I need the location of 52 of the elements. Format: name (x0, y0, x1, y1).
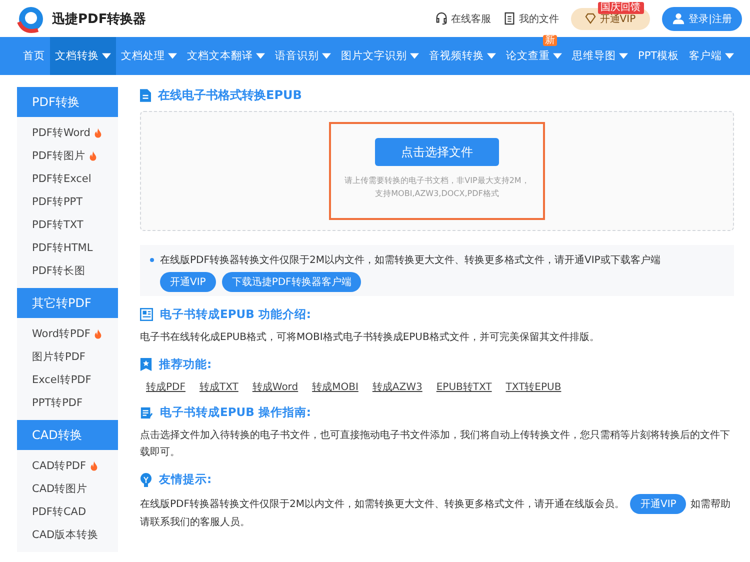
sidebar-section-header: 其它转PDF (17, 288, 118, 318)
section-title: 电子书转成EPUB 功能介绍: (160, 307, 311, 322)
new-badge: 新 (543, 35, 557, 46)
bookmark-star-icon (140, 358, 152, 371)
header-link[interactable]: 我的文件 (502, 12, 559, 26)
brand-name: 迅捷PDF转换器 (52, 10, 146, 28)
headset-icon (434, 12, 448, 25)
sidebar-item[interactable]: PDF转TXT (17, 213, 118, 236)
sidebar-item[interactable]: CAD版本转换 (17, 523, 118, 546)
bullet-dot (150, 258, 154, 262)
feature-link[interactable]: 转成PDF (146, 380, 186, 394)
header-link[interactable]: 在线客服 (434, 12, 491, 26)
sidebar-item[interactable]: PDF转CAD (17, 500, 118, 523)
feature-link[interactable]: 转成AZW3 (372, 380, 422, 394)
feature-link[interactable]: 转成TXT (199, 380, 238, 394)
section-title: 友情提示: (159, 472, 212, 487)
section-text: 点击选择文件加入待转换的电子书文件，也可直接拖动电子书文件添加，我们将自动上传转换文件，您只需稍等片刻将转换后的文件下载即可。 (140, 428, 731, 460)
sidebar-item[interactable]: 图片转PDF (17, 345, 118, 368)
document-icon (140, 89, 151, 102)
newspaper-icon (140, 308, 153, 321)
feature-link[interactable]: TXT转EPUB (506, 380, 562, 394)
page-title: 在线电子书格式转换EPUB (158, 87, 302, 104)
sidebar-item[interactable]: PPT转PDF (17, 391, 118, 414)
user-icon (672, 12, 685, 25)
sidebar-item[interactable]: Excel转PDF (17, 368, 118, 391)
diamond-icon (584, 13, 596, 24)
sidebar-item[interactable]: PDF转长图 (17, 259, 118, 282)
sidebar-item[interactable]: CAD转图片 (17, 477, 118, 500)
sidebar-item[interactable]: PDF转PPT (17, 190, 118, 213)
sidebar-item[interactable]: PDF转Word (17, 121, 118, 144)
sidebar-item[interactable]: CAD转PDF (17, 454, 118, 477)
feature-link[interactable]: 转成MOBI (312, 380, 358, 394)
sidebar-section-header: PDF转换 (17, 87, 118, 117)
tip-text: 在线版PDF转换器转换文件仅限于2M以内文件，如需转换更大文件、转换更多格式文件，请开通在线版会员。 开通VIP 如需帮助请联系我们的客服人员。 (140, 494, 734, 531)
sidebar-section-header: CAD转换 (17, 420, 118, 450)
sidebar-item[interactable]: PDF转图片 (17, 144, 118, 167)
sidebar-item[interactable]: Word转PDF (17, 322, 118, 345)
feature-link[interactable]: EPUB转TXT (436, 380, 492, 394)
sidebar-item[interactable]: PDF转Excel (17, 167, 118, 190)
feature-link[interactable]: 转成Word (252, 380, 298, 394)
sidebar-item[interactable]: PDF转HTML (17, 236, 118, 259)
upload-hint: 请上传需要转换的电子书文档，非VIP最大支持2M， (344, 175, 530, 187)
lightbulb-icon (140, 472, 152, 486)
section-text: 电子书在线转化成EPUB格式，可将MOBI格式电子书转换成EPUB格式文件，并可完美保留其文件排版。 (140, 330, 600, 345)
notice-text: 在线版PDF转换器转换文件仅限于2M以内文件，如需转换更大文件、转换更多格式文件，请开通VIP或下载客户端 (160, 254, 660, 267)
section-title: 推荐功能: (159, 357, 212, 372)
document-icon (502, 12, 516, 25)
nav-tab[interactable]: 文档转换 (50, 37, 116, 75)
clipboard-icon (140, 406, 153, 419)
promo-badge: 国庆回馈 (598, 2, 644, 14)
section-title: 电子书转成EPUB 操作指南: (160, 405, 311, 420)
format-hint: 支持MOBI,AZW3,DOCX,PDF格式 (375, 188, 499, 200)
